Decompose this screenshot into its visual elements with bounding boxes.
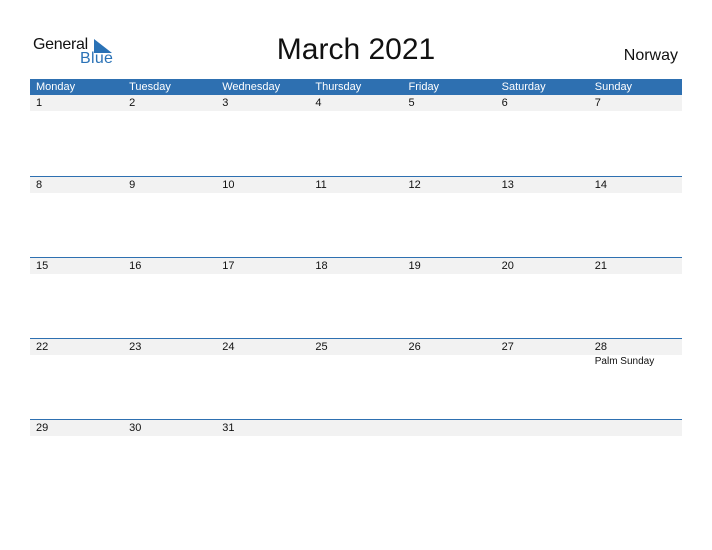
weekday-header: Monday Tuesday Wednesday Thursday Friday… <box>30 79 682 95</box>
day-number: 13 <box>501 179 514 191</box>
day-number: 6 <box>501 97 508 109</box>
day-number: 10 <box>222 179 235 191</box>
weekday-thursday: Thursday <box>315 81 362 93</box>
day-number: 2 <box>129 97 136 109</box>
day-event <box>30 355 123 368</box>
day-number: 17 <box>222 260 235 272</box>
week-row: 22 23 24 25 26 27 28 Palm Sunday <box>30 338 682 419</box>
week-row: 29 30 31 <box>30 419 682 500</box>
weekday-tuesday: Tuesday <box>129 81 171 93</box>
day-number <box>589 420 682 436</box>
day-event <box>496 355 589 368</box>
day-number: 15 <box>36 260 49 272</box>
day-number: 12 <box>408 179 421 191</box>
country-label: Norway <box>623 47 678 64</box>
calendar-grid: Monday Tuesday Wednesday Thursday Friday… <box>30 79 682 500</box>
day-number-row: 1 2 3 4 5 6 7 <box>30 95 682 111</box>
weekday-wednesday: Wednesday <box>222 81 281 93</box>
weekday-saturday: Saturday <box>501 81 546 93</box>
day-number: 8 <box>36 179 43 191</box>
day-number: 19 <box>408 260 421 272</box>
day-number: 28 <box>594 341 607 353</box>
day-number: 24 <box>222 341 235 353</box>
day-number: 11 <box>315 179 327 191</box>
day-number: 16 <box>129 260 142 272</box>
day-number: 26 <box>408 341 421 353</box>
day-number: 20 <box>501 260 514 272</box>
day-number: 18 <box>315 260 328 272</box>
day-number: 22 <box>36 341 49 353</box>
day-number-row: 15 16 17 18 19 20 21 <box>30 258 682 274</box>
page-title: March 2021 <box>276 33 436 66</box>
week-row: 8 9 10 11 12 13 14 <box>30 176 682 257</box>
day-number: 27 <box>501 341 514 353</box>
day-number: 25 <box>315 341 328 353</box>
day-number: 30 <box>129 422 142 434</box>
day-number: 4 <box>315 97 322 109</box>
day-number: 9 <box>129 179 136 191</box>
day-number-row: 8 9 10 11 12 13 14 <box>30 177 682 193</box>
weekday-sunday: Sunday <box>594 81 633 93</box>
event-row: Palm Sunday <box>30 355 682 368</box>
week-row: 1 2 3 4 5 6 7 <box>30 95 682 176</box>
day-number <box>403 420 496 436</box>
day-event <box>123 355 216 368</box>
day-number: 7 <box>594 97 601 109</box>
day-number <box>496 420 589 436</box>
day-number: 3 <box>222 97 229 109</box>
day-event <box>216 355 309 368</box>
day-event: Palm Sunday <box>594 356 655 367</box>
day-number-row: 22 23 24 25 26 27 28 <box>30 339 682 355</box>
day-number: 14 <box>594 179 607 191</box>
week-row: 15 16 17 18 19 20 21 <box>30 257 682 338</box>
weekday-friday: Friday <box>408 81 440 93</box>
day-number: 31 <box>222 422 235 434</box>
day-event <box>403 355 496 368</box>
day-number: 5 <box>408 97 415 109</box>
day-number: 29 <box>36 422 49 434</box>
day-number <box>309 420 402 436</box>
day-number: 21 <box>594 260 607 272</box>
day-number: 23 <box>129 341 142 353</box>
day-event <box>309 355 402 368</box>
weekday-monday: Monday <box>36 81 76 93</box>
day-number-row: 29 30 31 <box>30 420 682 436</box>
day-number: 1 <box>36 97 43 109</box>
